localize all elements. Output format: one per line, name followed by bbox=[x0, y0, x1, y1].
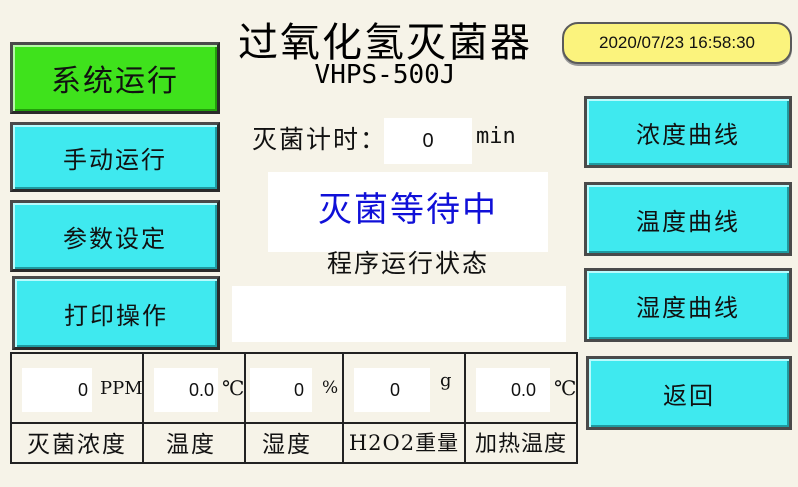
h2o2-weight-label: H2O2重量 bbox=[348, 431, 460, 455]
sterilization-timer-unit: min bbox=[476, 124, 516, 149]
message-box bbox=[232, 286, 566, 342]
system-run-button[interactable]: 系统运行 bbox=[10, 42, 220, 114]
humidity-value: 0 bbox=[250, 368, 312, 412]
readout-humidity: 0 % 湿度 bbox=[246, 354, 344, 462]
humidity-curve-button[interactable]: 湿度曲线 bbox=[584, 268, 792, 342]
concentration-curve-button[interactable]: 浓度曲线 bbox=[584, 96, 792, 168]
readout-table: 0 PPM 灭菌浓度 0.0 ℃ 温度 0 % 湿度 0 g H2O2重量 0.… bbox=[10, 352, 578, 464]
datetime-display: 2020/07/23 16:58:30 bbox=[562, 22, 792, 64]
sterilization-timer-label: 灭菌计时： bbox=[252, 125, 388, 154]
temperature-value: 0.0 bbox=[154, 368, 218, 412]
readout-concentration: 0 PPM 灭菌浓度 bbox=[12, 354, 144, 462]
parameter-settings-button[interactable]: 参数设定 bbox=[10, 200, 220, 272]
readout-h2o2-weight: 0 g H2O2重量 bbox=[344, 354, 466, 462]
heating-temperature-label: 加热温度 bbox=[474, 432, 567, 457]
heating-temperature-unit: ℃ bbox=[554, 376, 577, 400]
program-status-label: 程序运行状态 bbox=[326, 249, 489, 278]
program-status-text: 灭菌等待中 bbox=[318, 190, 498, 230]
humidity-unit: % bbox=[322, 378, 339, 398]
readout-temperature: 0.0 ℃ 温度 bbox=[144, 354, 246, 462]
temperature-curve-button[interactable]: 温度曲线 bbox=[584, 182, 792, 256]
temperature-unit: ℃ bbox=[222, 376, 245, 400]
humidity-label: 湿度 bbox=[262, 432, 312, 458]
h2o2-weight-value: 0 bbox=[354, 368, 430, 412]
h2o2-weight-unit: g bbox=[440, 370, 452, 391]
concentration-label: 灭菌浓度 bbox=[27, 432, 127, 458]
print-operation-button[interactable]: 打印操作 bbox=[12, 276, 220, 350]
heating-temperature-value: 0.0 bbox=[476, 368, 550, 412]
concentration-value: 0 bbox=[22, 368, 92, 412]
back-button[interactable]: 返回 bbox=[586, 356, 792, 430]
sterilization-timer-value: 0 bbox=[384, 118, 472, 164]
readout-heating-temperature: 0.0 ℃ 加热温度 bbox=[466, 354, 576, 462]
concentration-unit: PPM bbox=[100, 378, 143, 399]
model-number: VHPS-500J bbox=[314, 60, 456, 90]
manual-run-button[interactable]: 手动运行 bbox=[10, 122, 220, 192]
